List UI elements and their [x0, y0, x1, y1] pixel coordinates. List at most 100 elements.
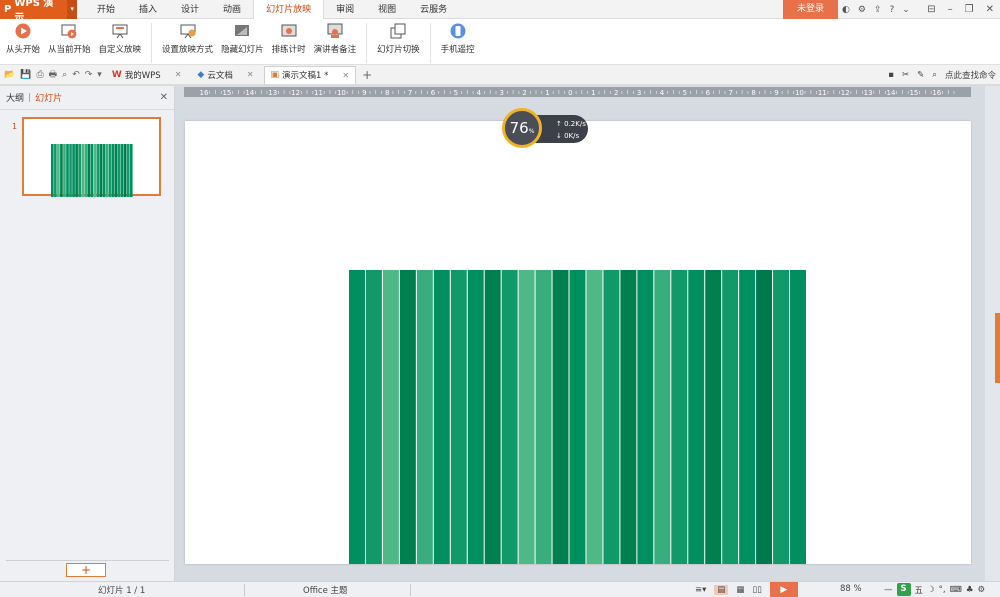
- normal-view-icon[interactable]: ▤: [714, 585, 729, 595]
- tab-insert[interactable]: 插入: [127, 0, 169, 19]
- minimize-icon[interactable]: –: [948, 4, 953, 15]
- maximize-icon[interactable]: ❐: [965, 4, 974, 15]
- pane-tab-divider: |: [28, 92, 32, 103]
- green-stripe: [365, 270, 382, 564]
- export-pdf-icon[interactable]: ⎙: [36, 70, 43, 80]
- moon-icon[interactable]: ☽: [927, 585, 935, 595]
- setup-show-button[interactable]: 设置放映方式: [162, 23, 213, 55]
- close-tab-icon[interactable]: ✕: [247, 70, 254, 79]
- doc-tab-label: 演示文稿1 *: [282, 71, 329, 81]
- ruler-label: 15: [222, 89, 231, 97]
- tab-design[interactable]: 设计: [169, 0, 211, 19]
- slide-thumbnail[interactable]: [22, 117, 161, 197]
- upload-unit: K/s: [575, 120, 586, 128]
- chevron-down-icon[interactable]: ▾: [67, 0, 77, 19]
- doc-tab-cloud-docs[interactable]: ◆ 云文档 ✕: [191, 66, 259, 84]
- customize-dropdown-icon[interactable]: ▾: [97, 70, 102, 80]
- theme-name[interactable]: Office 主题: [303, 584, 348, 596]
- thumbnail-stripe: [108, 144, 112, 197]
- tab-slideshow[interactable]: 幻灯片放映: [253, 0, 325, 20]
- tab-slides[interactable]: 幻灯片: [35, 91, 62, 104]
- login-button[interactable]: 未登录: [783, 0, 838, 19]
- custom-show-button[interactable]: 自定义放映: [98, 23, 142, 55]
- doc-tab-presentation[interactable]: ▣ 演示文稿1 * ✕: [263, 65, 357, 84]
- thumbnail-stripe: [126, 144, 130, 197]
- app-menu-button[interactable]: P WPS 演示 ▾: [0, 0, 77, 24]
- play-from-current-button[interactable]: 从当前开始: [48, 23, 91, 55]
- tab-review[interactable]: 审阅: [324, 0, 366, 19]
- thumbnail-stripe: [99, 144, 103, 197]
- speed-panel: ↑ 0.2K/s ↓ 0K/s: [534, 115, 588, 143]
- zoom-out-icon[interactable]: —: [884, 585, 893, 595]
- add-slide-button[interactable]: +: [66, 563, 106, 577]
- phone-remote-label: 手机遥控: [440, 45, 475, 55]
- tab-cloud-service[interactable]: 云服务: [408, 0, 459, 19]
- slide-sorter-icon[interactable]: ▦: [736, 585, 744, 595]
- custom-show-icon: [112, 23, 128, 39]
- close-pane-icon[interactable]: ✕: [160, 92, 168, 103]
- phone-remote-button[interactable]: 手机遥控: [441, 23, 475, 55]
- tools-icon[interactable]: ✂: [902, 70, 909, 80]
- close-tab-icon[interactable]: ✕: [175, 70, 182, 79]
- thumbnail-stripe: [123, 144, 127, 197]
- green-stripe: [349, 270, 365, 564]
- ime-mode[interactable]: 五: [915, 584, 924, 596]
- rehearse-timing-button[interactable]: 排练计时: [272, 23, 306, 55]
- close-tab-icon[interactable]: ✕: [342, 71, 349, 80]
- doc-tab-my-wps[interactable]: W 我的WPS ✕: [106, 66, 188, 84]
- restore-panel-icon[interactable]: ⊟: [927, 4, 935, 15]
- open-folder-icon[interactable]: 📂: [4, 70, 15, 80]
- tab-view[interactable]: 视图: [366, 0, 408, 19]
- ruler-label: 13: [864, 89, 873, 97]
- network-speed-widget[interactable]: ↑ 0.2K/s ↓ 0K/s 76%: [502, 108, 588, 148]
- punctuation-icon[interactable]: °,: [939, 585, 946, 595]
- thumbnail-stripe: [87, 144, 91, 197]
- window-controls: ⊟ – ❐ ✕: [927, 0, 994, 19]
- help-icon[interactable]: ?: [889, 5, 894, 15]
- play-from-start-button[interactable]: 从头开始: [6, 23, 40, 55]
- tab-home[interactable]: 开始: [85, 0, 127, 19]
- redo-icon[interactable]: ↷: [85, 70, 93, 80]
- side-panel-toggle[interactable]: [995, 313, 1000, 383]
- print-icon[interactable]: 🖶: [49, 67, 58, 83]
- ruler-label: 16: [932, 89, 941, 97]
- keyboard-icon[interactable]: ⌨: [950, 585, 962, 595]
- settings-icon[interactable]: ⚙: [858, 5, 866, 15]
- tab-outline[interactable]: 大纲: [6, 91, 24, 104]
- doc-tab-label: 云文档: [207, 70, 233, 81]
- skin-settings-icon[interactable]: ✎: [917, 70, 924, 80]
- custom-show-label: 自定义放映: [98, 45, 142, 55]
- skin-icon[interactable]: ♣: [966, 585, 974, 595]
- close-icon[interactable]: ✕: [986, 4, 994, 15]
- skin-icon[interactable]: ◐: [842, 5, 850, 15]
- slideshow-play-icon[interactable]: ▶: [769, 582, 798, 597]
- undo-icon[interactable]: ↶: [72, 70, 80, 80]
- reading-view-icon[interactable]: ▯▯: [752, 585, 761, 595]
- zoom-level[interactable]: 88 %: [840, 584, 862, 594]
- share-icon[interactable]: ⇪: [874, 5, 882, 15]
- feedback-icon[interactable]: ▪: [888, 70, 894, 80]
- thumbnail-stripe: [81, 144, 85, 197]
- green-stripe: [433, 270, 450, 564]
- search-command-field[interactable]: 点此查找命令: [945, 69, 996, 81]
- green-stripe: [416, 270, 433, 564]
- notes-view-icon[interactable]: ≡▾: [695, 585, 706, 595]
- print-preview-icon[interactable]: ⌕: [62, 70, 67, 80]
- hide-slide-button[interactable]: 隐藏幻灯片: [221, 23, 264, 55]
- ruler-label: 7: [408, 89, 412, 97]
- green-stripes-picture[interactable]: [349, 270, 807, 564]
- slide-transition-button[interactable]: 幻灯片切换: [377, 23, 420, 55]
- play-from-current-icon: [61, 23, 77, 39]
- tab-animation[interactable]: 动画: [211, 0, 253, 19]
- slide-count: 幻灯片 1 / 1: [98, 586, 146, 596]
- save-icon[interactable]: 💾: [20, 70, 31, 80]
- search-icon[interactable]: ⌕: [932, 70, 937, 80]
- new-tab-icon[interactable]: +: [362, 68, 372, 82]
- ime-settings-icon[interactable]: ⚙: [978, 585, 986, 595]
- more-icon[interactable]: ⌄: [902, 5, 910, 15]
- speaker-notes-button[interactable]: 演讲者备注: [314, 23, 356, 55]
- sogou-logo-icon[interactable]: S: [896, 583, 911, 596]
- ruler-label: 8: [385, 89, 389, 97]
- doc-tab-label: 我的WPS: [124, 70, 161, 81]
- slide-canvas[interactable]: [185, 121, 971, 564]
